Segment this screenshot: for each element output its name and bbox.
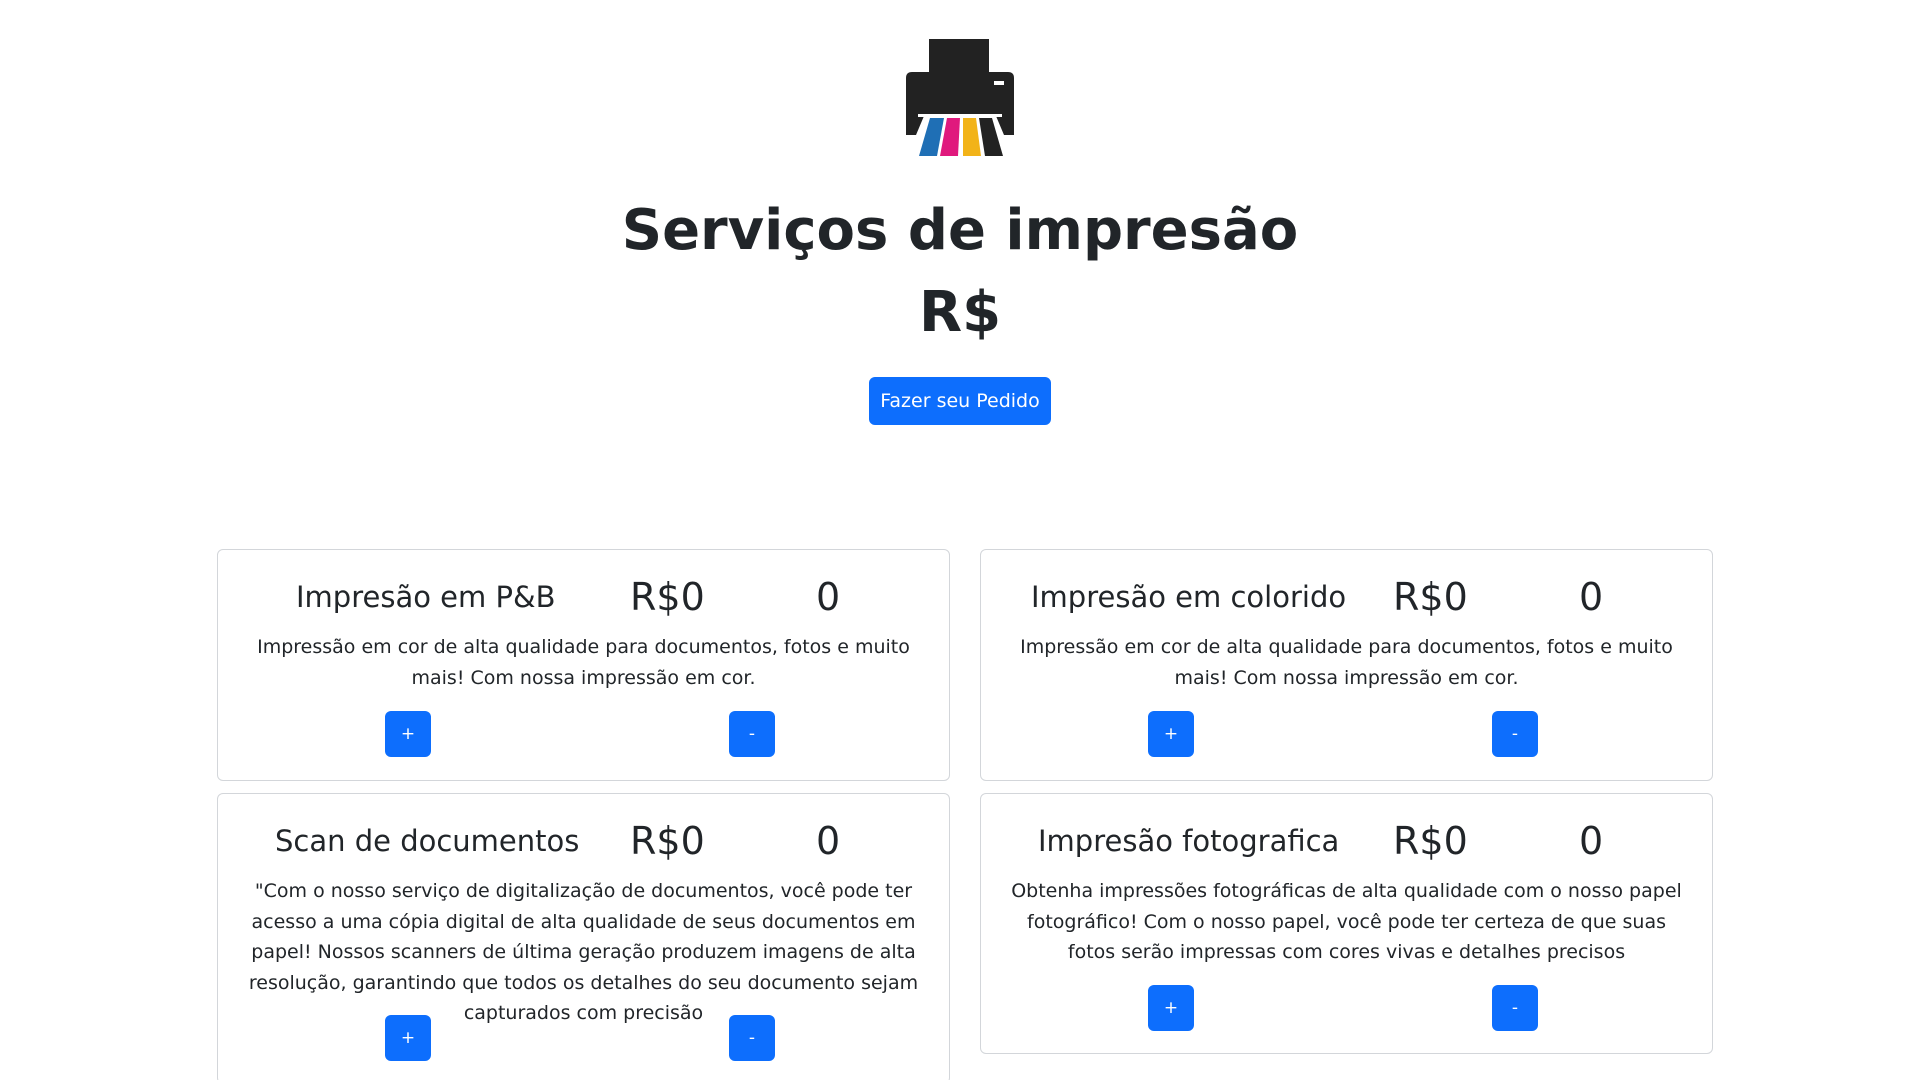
card-description: Impressão em cor de alta qualidade para …	[1020, 636, 1673, 689]
decrement-button[interactable]: -	[1492, 985, 1538, 1031]
service-card-color: Impresão em colorido R$0 0 Impressão em …	[980, 549, 1713, 781]
page-title: Serviços de impresão	[621, 198, 1299, 263]
page: Serviços de impresão R$ Fazer seu Pedido…	[0, 0, 1920, 1080]
card-price: R$0	[1393, 819, 1468, 863]
service-card-bw: Impresão em P&B R$0 0 Impressão em cor d…	[217, 549, 950, 781]
card-quantity: 0	[816, 819, 841, 863]
place-order-button[interactable]: Fazer seu Pedido	[869, 377, 1051, 425]
card-price: R$0	[630, 575, 705, 619]
card-quantity: 0	[816, 575, 841, 619]
card-header: Impresão em P&B R$0 0	[218, 572, 949, 622]
increment-button[interactable]: +	[385, 1015, 431, 1061]
card-price: R$0	[630, 819, 705, 863]
card-header: Impresão em colorido R$0 0	[981, 572, 1712, 622]
decrement-button[interactable]: -	[729, 1015, 775, 1061]
service-card-photo: Impresão fotografica R$0 0 Obtenha impre…	[980, 793, 1713, 1054]
decrement-button[interactable]: -	[729, 711, 775, 757]
increment-button[interactable]: +	[385, 711, 431, 757]
card-description: "Com o nosso serviço de digitalização de…	[248, 880, 919, 1024]
card-price: R$0	[1393, 575, 1468, 619]
card-description: Impressão em cor de alta qualidade para …	[257, 636, 910, 689]
decrement-button[interactable]: -	[1492, 711, 1538, 757]
card-title: Impresão em colorido	[1031, 580, 1347, 614]
increment-button[interactable]: +	[1148, 711, 1194, 757]
card-header: Scan de documentos R$0 0	[218, 816, 949, 866]
order-total: R$	[918, 280, 1002, 345]
service-card-scan: Scan de documentos R$0 0 "Com o nosso se…	[217, 793, 950, 1080]
color-printer-icon	[906, 39, 1014, 156]
card-header: Impresão fotografica R$0 0	[981, 816, 1712, 866]
card-description: Obtenha impressões fotográficas de alta …	[1011, 880, 1682, 963]
card-title: Scan de documentos	[275, 824, 580, 858]
card-title: Impresão em P&B	[296, 580, 556, 614]
increment-button[interactable]: +	[1148, 985, 1194, 1031]
card-quantity: 0	[1579, 819, 1604, 863]
card-quantity: 0	[1579, 575, 1604, 619]
card-title: Impresão fotografica	[1038, 824, 1340, 858]
